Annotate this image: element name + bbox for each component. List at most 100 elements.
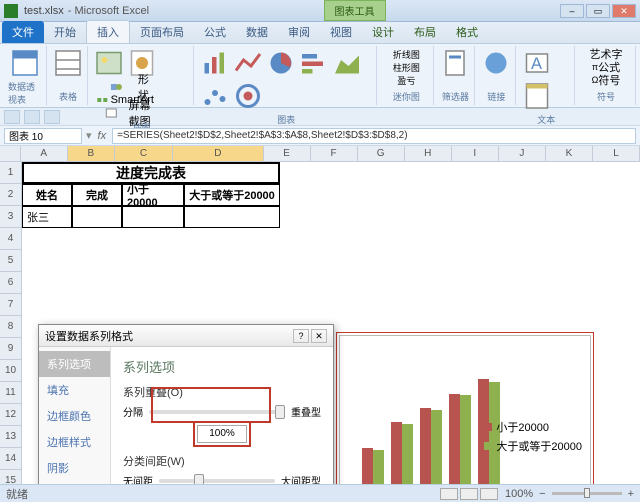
- tab-chartlayout[interactable]: 布局: [404, 21, 446, 43]
- shapes-icon[interactable]: 形状: [94, 81, 154, 93]
- row-3[interactable]: 3: [0, 206, 21, 228]
- svg-text:A: A: [531, 55, 542, 73]
- hdr-gte[interactable]: 大于或等于20000: [184, 184, 280, 206]
- tab-review[interactable]: 审阅: [278, 21, 320, 43]
- dialog-close-button[interactable]: ✕: [311, 329, 327, 343]
- bar-chart-icon[interactable]: [299, 48, 329, 78]
- col-B[interactable]: B: [68, 146, 115, 161]
- row-1[interactable]: 1: [0, 162, 21, 184]
- chart-tools-tab: 图表工具: [324, 0, 386, 21]
- gap-slider[interactable]: [159, 479, 275, 483]
- overlap-value[interactable]: 100%: [197, 425, 247, 443]
- col-D[interactable]: D: [173, 146, 263, 161]
- textbox-icon[interactable]: A: [522, 48, 552, 78]
- tab-insert[interactable]: 插入: [86, 20, 130, 43]
- nav-border-style[interactable]: 边框样式: [39, 429, 110, 455]
- pie-chart-icon[interactable]: [266, 48, 296, 78]
- chart-legend[interactable]: 小于20000 大于或等于20000: [484, 416, 582, 457]
- row-10[interactable]: 10: [0, 360, 21, 382]
- sparkline-col-icon[interactable]: 柱形图: [383, 61, 429, 73]
- sparkline-line-icon[interactable]: 折线图: [383, 48, 429, 60]
- excel-icon: [4, 4, 18, 18]
- col-H[interactable]: H: [405, 146, 452, 161]
- tab-data[interactable]: 数据: [236, 21, 278, 43]
- hdr-name[interactable]: 姓名: [22, 184, 72, 206]
- table-icon[interactable]: [53, 48, 83, 78]
- symbol-icon[interactable]: Ω 符号: [581, 74, 631, 86]
- col-C[interactable]: C: [115, 146, 173, 161]
- formula-bar[interactable]: =SERIES(Sheet2!$D$2,Sheet2!$A$3:$A$8,She…: [112, 128, 636, 144]
- select-all[interactable]: [0, 146, 21, 161]
- tab-design[interactable]: 设计: [362, 21, 404, 43]
- other-chart-icon[interactable]: [233, 81, 263, 111]
- nav-fill[interactable]: 填充: [39, 377, 110, 403]
- section-title: 系列选项: [123, 357, 321, 376]
- redo-button[interactable]: [44, 110, 60, 124]
- row-5[interactable]: 5: [0, 250, 21, 272]
- name-box[interactable]: 图表 10: [4, 128, 82, 144]
- tab-formulas[interactable]: 公式: [194, 21, 236, 43]
- sparkline-wl-icon[interactable]: 盈亏: [383, 74, 429, 86]
- picture-icon[interactable]: [94, 48, 124, 78]
- minimize-button[interactable]: –: [560, 4, 584, 18]
- col-F[interactable]: F: [311, 146, 358, 161]
- row-7[interactable]: 7: [0, 294, 21, 316]
- tab-view[interactable]: 视图: [320, 21, 362, 43]
- headerfooter-icon[interactable]: [522, 81, 552, 111]
- undo-button[interactable]: [24, 110, 40, 124]
- fx-icon[interactable]: fx: [98, 130, 107, 142]
- col-K[interactable]: K: [546, 146, 593, 161]
- hdr-lt[interactable]: 小于20000: [122, 184, 184, 206]
- hdr-done[interactable]: 完成: [72, 184, 122, 206]
- row-11[interactable]: 11: [0, 382, 21, 404]
- col-E[interactable]: E: [264, 146, 311, 161]
- col-A[interactable]: A: [21, 146, 68, 161]
- scatter-chart-icon[interactable]: [200, 81, 230, 111]
- col-L[interactable]: L: [593, 146, 640, 161]
- col-J[interactable]: J: [499, 146, 546, 161]
- dialog-help-button[interactable]: ?: [293, 329, 309, 343]
- row-14[interactable]: 14: [0, 448, 21, 470]
- row-4[interactable]: 4: [0, 228, 21, 250]
- row-2[interactable]: 2: [0, 184, 21, 206]
- row-8[interactable]: 8: [0, 316, 21, 338]
- tab-layout[interactable]: 页面布局: [130, 21, 194, 43]
- zoom-in-button[interactable]: +: [628, 488, 634, 500]
- row-6[interactable]: 6: [0, 272, 21, 294]
- zoom-level[interactable]: 100%: [505, 488, 533, 500]
- line-chart-icon[interactable]: [233, 48, 263, 78]
- gap-label: 分类间距(W): [123, 453, 321, 469]
- tab-format[interactable]: 格式: [446, 21, 488, 43]
- zoom-out-button[interactable]: −: [539, 488, 545, 500]
- save-button[interactable]: [4, 110, 20, 124]
- col-I[interactable]: I: [452, 146, 499, 161]
- maximize-button[interactable]: ▭: [586, 4, 610, 18]
- col-G[interactable]: G: [358, 146, 405, 161]
- chart-object[interactable]: 李四王二赵五牛六陈七 小于20000 大于或等于20000: [336, 332, 594, 502]
- pagelayout-view-button[interactable]: [460, 488, 478, 500]
- nav-shadow[interactable]: 阴影: [39, 455, 110, 481]
- close-button[interactable]: ✕: [612, 4, 636, 18]
- highlight-annotation: [151, 387, 271, 423]
- hyperlink-icon[interactable]: [481, 48, 511, 78]
- normal-view-button[interactable]: [440, 488, 458, 500]
- column-chart-icon[interactable]: [200, 48, 230, 78]
- tab-home[interactable]: 开始: [44, 21, 86, 43]
- pagebreak-view-button[interactable]: [480, 488, 498, 500]
- screenshot-icon[interactable]: 屏幕截图: [94, 107, 154, 119]
- nav-series-options[interactable]: 系列选项: [39, 351, 110, 377]
- pivot-icon[interactable]: [10, 48, 40, 78]
- format-series-dialog: 设置数据系列格式 ? ✕ 系列选项 填充 边框颜色 边框样式 阴影 发光和柔化边…: [38, 324, 334, 502]
- row-12[interactable]: 12: [0, 404, 21, 426]
- ribbon: 数据透视表 表格 形状 SmartArt 屏幕截图 插图 图表 折线图 柱: [0, 44, 640, 108]
- nav-border-color[interactable]: 边框颜色: [39, 403, 110, 429]
- legend-swatch-2: [484, 442, 492, 450]
- tab-file[interactable]: 文件: [2, 21, 44, 43]
- zoom-slider[interactable]: [552, 492, 622, 495]
- cell-a3[interactable]: 张三: [22, 206, 72, 228]
- status-ready: 就绪: [6, 486, 28, 502]
- slicer-icon[interactable]: [440, 48, 470, 78]
- row-9[interactable]: 9: [0, 338, 21, 360]
- row-13[interactable]: 13: [0, 426, 21, 448]
- area-chart-icon[interactable]: [332, 48, 362, 78]
